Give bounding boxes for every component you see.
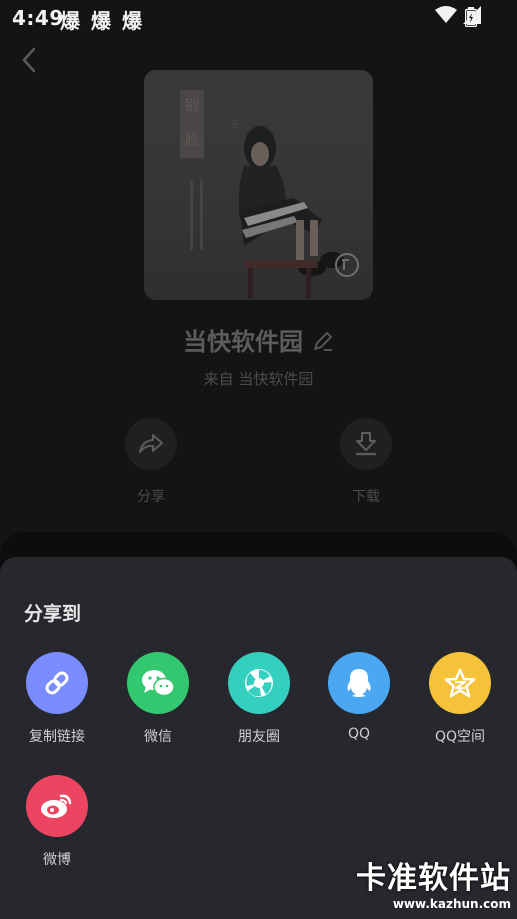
album-cover: 别 脸 王 [144, 70, 373, 300]
share-copy-link[interactable]: 复制链接 [7, 652, 107, 746]
qzone-icon [444, 668, 476, 698]
song-title-row: 当快软件园 [0, 322, 517, 357]
notification-icon: 爆 [91, 9, 111, 33]
share-qq[interactable]: QQ [309, 652, 409, 742]
back-button[interactable] [16, 46, 44, 74]
battery-icon [465, 7, 477, 27]
share-wechat-label: 微信 [144, 729, 172, 745]
share-moments[interactable]: 朋友圈 [209, 652, 309, 746]
qq-icon [347, 669, 371, 697]
weibo-icon [41, 794, 72, 818]
moments-icon [245, 669, 273, 697]
notification-icon: 爆 [122, 9, 142, 33]
watermark: 卡准软件站 www.kazhun.com [356, 853, 511, 911]
download-action[interactable]: 下载 [336, 418, 396, 506]
watermark-url: www.kazhun.com [392, 897, 511, 911]
share-icon [139, 434, 163, 453]
share-weibo-label: 微博 [43, 852, 71, 868]
share-weibo[interactable]: 微博 [7, 775, 107, 869]
share-sheet: 分享到 复制链接 微信 朋友圈 QQ QQ空间 微博 卡准软件站 www.kaz… [0, 557, 517, 919]
share-moments-label: 朋友圈 [238, 729, 280, 745]
share-action[interactable]: 分享 [121, 418, 181, 506]
svg-text:王: 王 [230, 120, 240, 131]
song-title: 当快软件园 [182, 328, 303, 356]
share-action-label: 分享 [137, 489, 165, 505]
wechat-icon [142, 670, 175, 697]
notification-icon: 爆 [60, 9, 80, 33]
download-icon [356, 432, 376, 456]
share-sheet-title: 分享到 [24, 603, 82, 625]
status-bar: 4:49 爆 爆 爆 [0, 0, 517, 36]
share-qq-label: QQ [347, 726, 371, 742]
link-icon [45, 671, 69, 695]
status-time: 4:49 [12, 6, 64, 30]
share-wechat[interactable]: 微信 [108, 652, 208, 746]
edit-icon[interactable] [312, 330, 334, 352]
svg-text:别: 别 [185, 98, 199, 114]
song-subtitle: 来自 当快软件园 [203, 370, 314, 388]
share-copy-link-label: 复制链接 [29, 729, 85, 745]
share-qzone[interactable]: QQ空间 [410, 652, 510, 746]
svg-text:脸: 脸 [185, 133, 199, 149]
share-qzone-label: QQ空间 [434, 729, 486, 745]
wifi-icon [435, 6, 457, 23]
chevron-left-icon [22, 47, 36, 73]
cover-artwork: 别 脸 王 [180, 90, 359, 298]
watermark-text: 卡准软件站 [356, 861, 511, 896]
download-action-label: 下载 [352, 489, 380, 505]
